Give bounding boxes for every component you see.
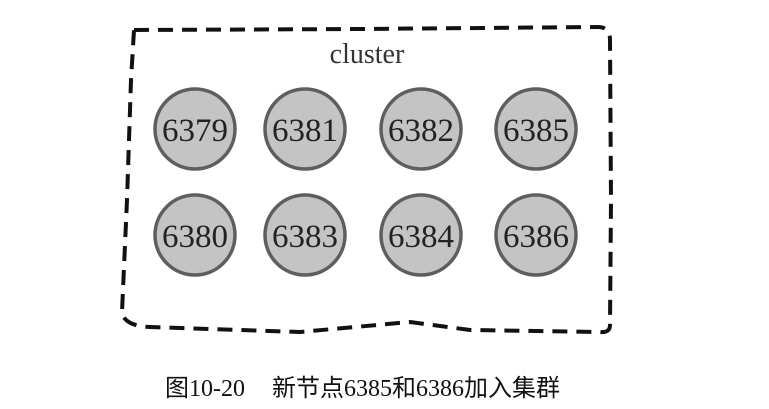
node-label: 6381 [272, 113, 338, 149]
node-label: 6386 [503, 219, 569, 255]
cluster-node: 6379 [153, 87, 237, 171]
cluster-node: 6386 [494, 193, 578, 277]
cluster-node: 6382 [379, 87, 463, 171]
cluster-node: 6383 [263, 193, 347, 277]
node-label: 6379 [162, 113, 228, 149]
cluster-diagram: cluster 6379 6381 6382 6385 6380 6383 63… [120, 25, 613, 402]
cluster-label: cluster [330, 39, 405, 70]
cluster-node: 6380 [153, 193, 237, 277]
caption-text: 新节点6385和6386加入集群 [272, 375, 560, 402]
figure-number: 图10-20 [165, 376, 245, 402]
node-label: 6380 [162, 219, 228, 255]
cluster-boundary [120, 25, 613, 335]
node-label: 6385 [503, 113, 569, 149]
cluster-node: 6385 [494, 87, 578, 171]
figure-caption: 图10-20 新节点6385和6386加入集群 [165, 375, 560, 402]
node-label: 6383 [272, 219, 338, 255]
cluster-node: 6381 [263, 87, 347, 171]
node-label: 6384 [388, 219, 454, 255]
node-label: 6382 [388, 113, 454, 149]
cluster-node: 6384 [379, 193, 463, 277]
